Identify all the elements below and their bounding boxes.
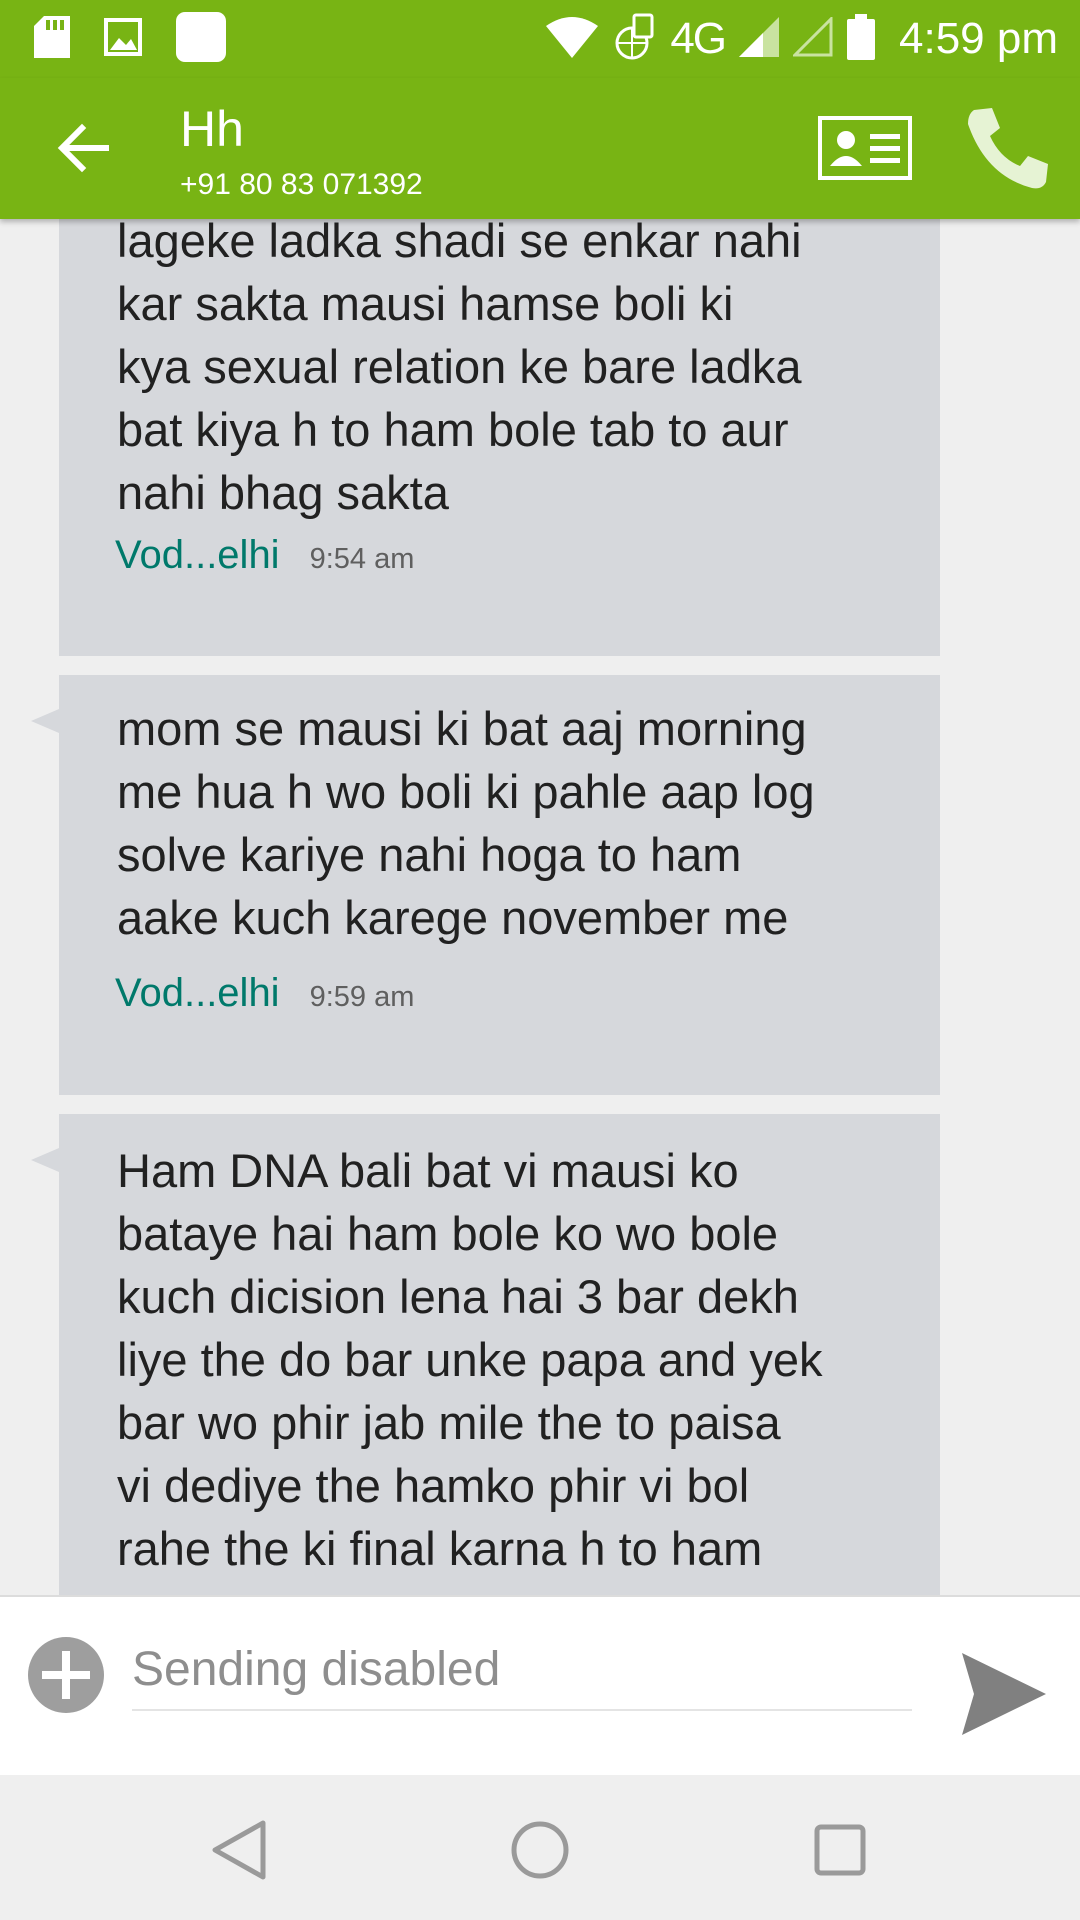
message-carrier: Vod...elhi xyxy=(115,971,280,1015)
contact-number: +91 80 83 071392 xyxy=(180,168,423,201)
contact-card-icon xyxy=(818,116,912,180)
sd-card-icon xyxy=(34,15,70,63)
nav-home-button[interactable] xyxy=(505,1815,575,1885)
back-button[interactable] xyxy=(52,116,116,180)
nav-recents-button[interactable] xyxy=(805,1815,875,1885)
message-carrier: Vod...elhi xyxy=(115,533,280,577)
back-arrow-icon xyxy=(57,123,109,173)
compose-bar xyxy=(0,1595,1080,1777)
message-meta: Vod...elhi 9:59 am xyxy=(115,971,414,1016)
message-text: lageke ladka shadi se enkar nahi kar sak… xyxy=(117,219,802,519)
navigation-bar xyxy=(0,1775,1080,1920)
add-attachment-icon xyxy=(28,1637,104,1713)
message-text: mom se mausi ki bat aaj morning me hua h… xyxy=(117,702,815,944)
message-list[interactable]: lageke ladka shadi se enkar nahi kar sak… xyxy=(0,219,1080,1595)
call-button[interactable] xyxy=(962,102,1054,194)
battery-icon xyxy=(847,13,876,65)
nav-home-icon xyxy=(511,1821,569,1879)
message-meta: Vod...elhi 9:54 am xyxy=(115,533,414,578)
data-roaming-icon xyxy=(612,13,656,66)
signal-empty-icon xyxy=(791,14,833,62)
network-type: 4G xyxy=(670,14,727,63)
message-time: 9:54 am xyxy=(309,543,415,575)
message-text: Ham DNA bali bat vi mausi ko bataye hai … xyxy=(117,1144,823,1575)
send-button[interactable] xyxy=(958,1649,1048,1739)
phone-icon xyxy=(968,108,1048,189)
bubble-tail xyxy=(31,1148,59,1172)
contact-name: Hh xyxy=(180,101,244,157)
message-bubble[interactable]: Ham DNA bali bat vi mausi ko bataye hai … xyxy=(31,1114,940,1595)
add-attachment-button[interactable] xyxy=(26,1635,106,1715)
nav-back-icon xyxy=(212,1820,266,1880)
contact-card-button[interactable] xyxy=(818,116,912,180)
clock: 4:59 pm xyxy=(899,14,1058,63)
message-time: 9:59 am xyxy=(309,981,415,1013)
bubble-tail xyxy=(31,709,59,733)
square-notification-icon xyxy=(176,11,226,67)
image-icon xyxy=(104,17,142,61)
wifi-icon xyxy=(546,16,599,63)
nav-recents-icon xyxy=(814,1824,866,1876)
app-bar: Hh +91 80 83 071392 xyxy=(0,78,1080,219)
message-bubble[interactable]: lageke ladka shadi se enkar nahi kar sak… xyxy=(59,219,940,656)
status-bar: 4G 4:59 pm xyxy=(0,0,1080,78)
send-icon xyxy=(962,1653,1046,1735)
message-input[interactable] xyxy=(132,1629,912,1711)
message-bubble[interactable]: mom se mausi ki bat aaj morning me hua h… xyxy=(31,675,940,1095)
nav-back-button[interactable] xyxy=(205,1815,275,1885)
signal-icon xyxy=(739,16,780,62)
